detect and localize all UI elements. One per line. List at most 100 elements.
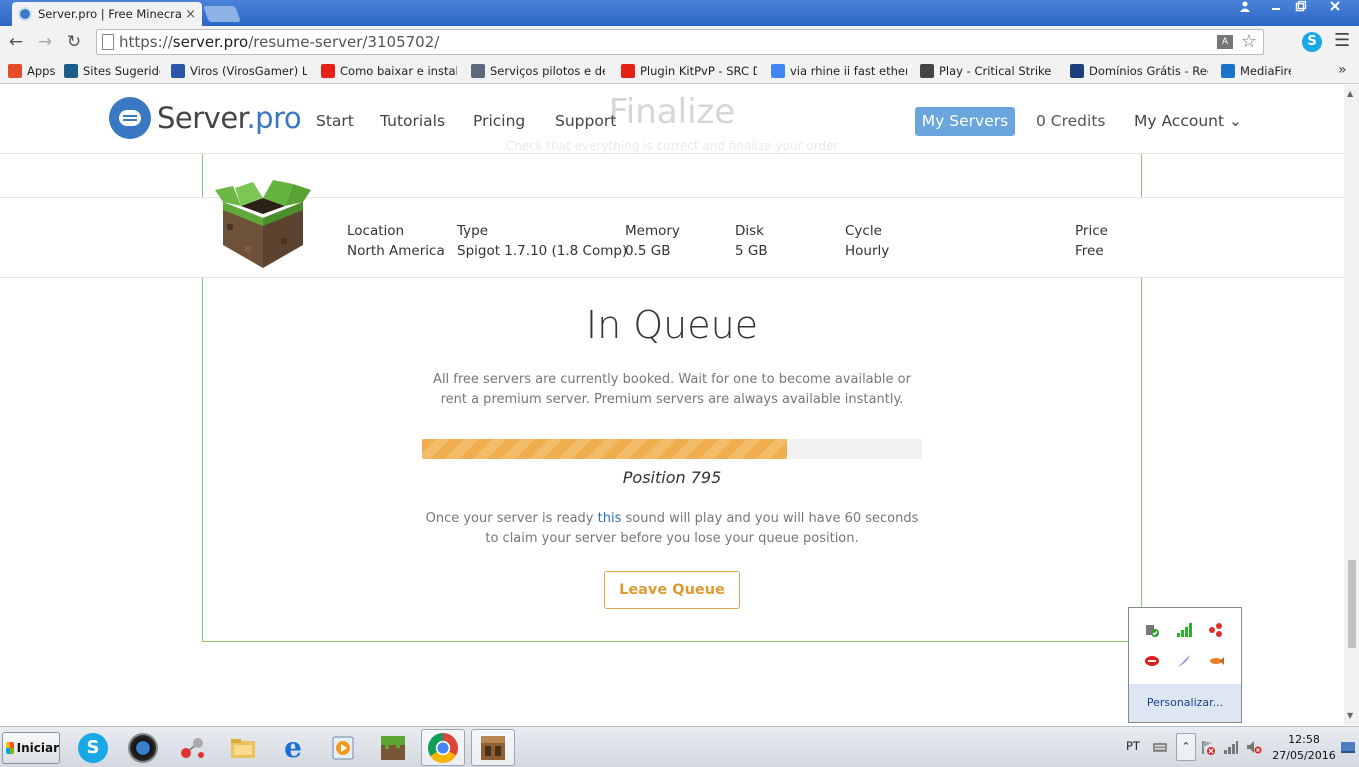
page-scrollbar[interactable]: ▲ ▼ xyxy=(1344,85,1359,725)
my-account-dropdown[interactable]: My Account ⌄ xyxy=(1134,112,1242,130)
spec-memory: Memory 0.5 GB xyxy=(625,223,680,259)
browser-toolbar: ← → ↻ https://server.pro/resume-server/3… xyxy=(0,26,1359,58)
action-center-flag-icon[interactable] xyxy=(1200,739,1216,755)
leave-queue-button[interactable]: Leave Queue xyxy=(604,571,740,609)
credits-link[interactable]: 0 Credits xyxy=(1036,112,1105,130)
nav-tutorials[interactable]: Tutorials xyxy=(380,112,445,130)
shield-icon xyxy=(471,64,485,78)
scroll-up-arrow-icon[interactable]: ▲ xyxy=(1347,89,1353,98)
bookmark-item[interactable]: Viros (VirosGamer) Live S xyxy=(171,63,307,79)
taskbar-media-player[interactable] xyxy=(321,729,365,766)
tray-icon-grid xyxy=(1129,608,1241,684)
taskbar-skype[interactable]: S xyxy=(71,729,115,766)
close-window-icon[interactable] xyxy=(1322,0,1348,18)
reload-icon[interactable]: ↻ xyxy=(62,30,86,54)
tray-overflow-popup: Personalizar... xyxy=(1128,607,1242,723)
taskbar-internet-explorer[interactable]: e xyxy=(271,729,315,766)
skype-icon: S xyxy=(78,732,108,763)
bookmark-item[interactable]: Serviços pilotos e de dia xyxy=(471,63,605,79)
feather-pen-icon[interactable] xyxy=(1176,653,1192,669)
address-bar[interactable]: https://server.pro/resume-server/3105702… xyxy=(96,29,1264,55)
serverpro-favicon-icon xyxy=(18,7,32,21)
customize-tray-link[interactable]: Personalizar... xyxy=(1129,684,1241,722)
queue-progress-bar xyxy=(422,439,922,459)
keyboard-icon[interactable] xyxy=(1152,739,1168,755)
bookmark-label: Serviços pilotos e de dia xyxy=(490,64,605,78)
queue-progress-fill xyxy=(422,439,787,459)
scroll-down-arrow-icon[interactable]: ▼ xyxy=(1347,711,1353,720)
site-header: Finalize Check that everything is correc… xyxy=(0,85,1344,154)
nav-pricing[interactable]: Pricing xyxy=(473,112,525,130)
skype-extension-icon[interactable]: S xyxy=(1302,32,1322,52)
camera-lens-icon xyxy=(128,732,158,763)
taskbar-minecraft[interactable] xyxy=(371,729,415,766)
spec-type: Type Spigot 1.7.10 (1.8 Comp) xyxy=(457,223,628,259)
mediafire-icon xyxy=(1221,64,1235,78)
page-icon xyxy=(102,34,114,50)
bookmark-item[interactable]: Play - Critical Strike Port xyxy=(920,63,1056,79)
usb-safe-remove-icon[interactable] xyxy=(1144,622,1160,638)
clock-time[interactable]: 12:58 xyxy=(1276,733,1332,746)
radiation-icon xyxy=(920,64,934,78)
clock-date[interactable]: 27/05/2016 xyxy=(1270,749,1338,762)
my-servers-button[interactable]: My Servers xyxy=(915,107,1015,136)
bookmark-label: Plugin KitPvP - SRC Dow xyxy=(640,64,757,78)
translate-icon[interactable]: A xyxy=(1217,35,1233,49)
tab-close-icon[interactable]: × xyxy=(185,7,196,22)
volume-muted-icon[interactable] xyxy=(1246,739,1262,755)
show-desktop-icon[interactable] xyxy=(1340,739,1356,755)
order-details: Location North America Type Spigot 1.7.10 … xyxy=(0,180,1344,278)
taskbar-file-explorer[interactable] xyxy=(221,729,265,766)
nav-start[interactable]: Start xyxy=(316,112,354,130)
google-icon xyxy=(771,64,785,78)
claim-instructions: Once your server is ready this sound wil… xyxy=(425,511,919,546)
signal-strength-icon[interactable] xyxy=(1176,622,1192,638)
restore-window-icon[interactable] xyxy=(1288,0,1314,18)
queue-title: In Queue xyxy=(585,303,759,347)
chrome-icon xyxy=(428,732,458,763)
taskbar-chrome[interactable] xyxy=(421,729,465,766)
minimize-window-icon[interactable] xyxy=(1263,0,1289,18)
bookmark-item[interactable]: Como baixar e instalar o xyxy=(321,63,457,79)
s-icon xyxy=(1070,64,1084,78)
bookmark-item[interactable]: MediaFire xyxy=(1221,63,1291,79)
spec-cycle: Cycle Hourly xyxy=(845,223,890,259)
chrome-menu-icon[interactable]: ☰ xyxy=(1334,30,1350,51)
bookmark-item[interactable]: Plugin KitPvP - SRC Dow xyxy=(621,63,757,79)
bookmark-label: Como baixar e instalar o xyxy=(340,64,457,78)
nav-support[interactable]: Support xyxy=(555,112,616,130)
bookmark-item[interactable]: Sites Sugeridos xyxy=(64,63,160,79)
bookmark-star-icon[interactable]: ☆ xyxy=(1241,31,1257,52)
bookmark-label: Viros (VirosGamer) Live S xyxy=(190,64,307,78)
taskbar-molecule-app[interactable] xyxy=(171,729,215,766)
minecraft-grass-icon xyxy=(381,735,405,760)
serverpro-logo[interactable]: Server.pro xyxy=(109,97,302,139)
bookmark-label: via rhine ii fast ethernet xyxy=(790,64,907,78)
spec-location: Location North America xyxy=(347,223,445,259)
more-bookmarks-icon[interactable]: » xyxy=(1338,62,1347,78)
bookmark-label: Domínios Grátis - Registr xyxy=(1089,64,1208,78)
network-status-icon[interactable] xyxy=(1223,739,1239,755)
sound-preview-link[interactable]: this xyxy=(598,511,622,526)
taskbar-minecraft-crafting[interactable] xyxy=(471,729,515,766)
language-indicator[interactable]: PT xyxy=(1126,739,1140,753)
fish-app-icon[interactable] xyxy=(1208,653,1224,669)
bookmark-item[interactable]: Apps xyxy=(8,63,56,79)
bookmark-item[interactable]: via rhine ii fast ethernet xyxy=(771,63,907,79)
network-app-icon[interactable] xyxy=(1208,622,1224,638)
spec-disk: Disk 5 GB xyxy=(735,223,768,259)
start-button[interactable]: Iniciar xyxy=(2,732,60,764)
forward-arrow-icon[interactable]: → xyxy=(33,30,57,54)
taskbar-camera-app[interactable] xyxy=(121,729,165,766)
chat-bubble-icon[interactable] xyxy=(1144,653,1160,669)
browser-tab-active[interactable]: Server.pro | Free Minecraft S × xyxy=(12,2,202,26)
user-profile-icon[interactable] xyxy=(1232,0,1258,18)
bookmark-item[interactable]: Domínios Grátis - Registr xyxy=(1070,63,1208,79)
show-hidden-icons-button[interactable]: ⌃ xyxy=(1176,733,1196,761)
scrollbar-thumb[interactable] xyxy=(1348,560,1356,648)
spec-price: Price Free xyxy=(1075,223,1108,259)
new-tab-button[interactable] xyxy=(203,6,241,22)
bookmark-label: Apps xyxy=(27,64,56,78)
queue-description: All free servers are currently booked. W… xyxy=(433,372,911,407)
back-arrow-icon[interactable]: ← xyxy=(4,30,28,54)
